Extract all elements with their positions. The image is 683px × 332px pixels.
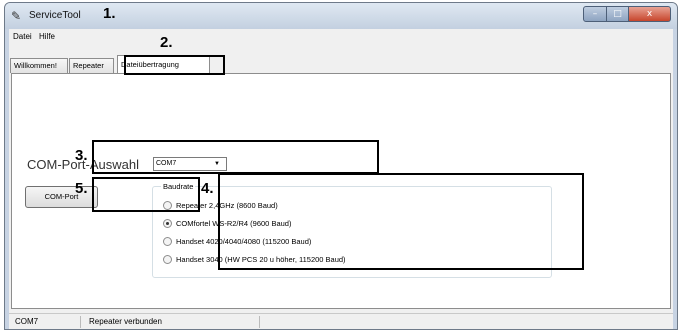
close-button[interactable]: x — [629, 6, 671, 22]
callout-box-4 — [218, 173, 584, 270]
status-bar: COM7 Repeater verbunden — [9, 313, 673, 329]
callout-box-5 — [92, 177, 200, 212]
annotation-marker-1: 1. — [103, 5, 116, 22]
maximize-button[interactable]: □ — [607, 6, 629, 22]
status-divider — [80, 316, 81, 328]
status-port: COM7 — [15, 317, 39, 326]
minimize-button[interactable]: – — [583, 6, 607, 22]
window-controls: – □ x — [583, 6, 671, 22]
window-title: ServiceTool — [29, 10, 81, 21]
tab-strip: Willkommen! Repeater Dateiübertragung — [9, 55, 673, 73]
status-divider — [259, 316, 260, 328]
menu-hilfe[interactable]: Hilfe — [39, 32, 55, 41]
callout-box-3 — [92, 140, 379, 174]
annotation-marker-5: 5. — [75, 180, 88, 197]
annotation-marker-4: 4. — [201, 180, 214, 197]
radio-button[interactable] — [163, 236, 172, 246]
tab-willkommen[interactable]: Willkommen! — [10, 58, 68, 73]
menu-datei[interactable]: Datei — [13, 32, 32, 41]
annotation-marker-2: 2. — [160, 34, 173, 51]
menu-bar: Datei Hilfe — [9, 29, 673, 45]
status-message: Repeater verbunden — [89, 317, 162, 326]
callout-box-2 — [124, 55, 225, 75]
radio-button-checked[interactable] — [163, 218, 172, 228]
app-icon: ✎ — [11, 9, 22, 23]
annotation-marker-3: 3. — [75, 147, 88, 164]
tab-repeater[interactable]: Repeater — [69, 58, 114, 73]
radio-button[interactable] — [163, 254, 172, 264]
